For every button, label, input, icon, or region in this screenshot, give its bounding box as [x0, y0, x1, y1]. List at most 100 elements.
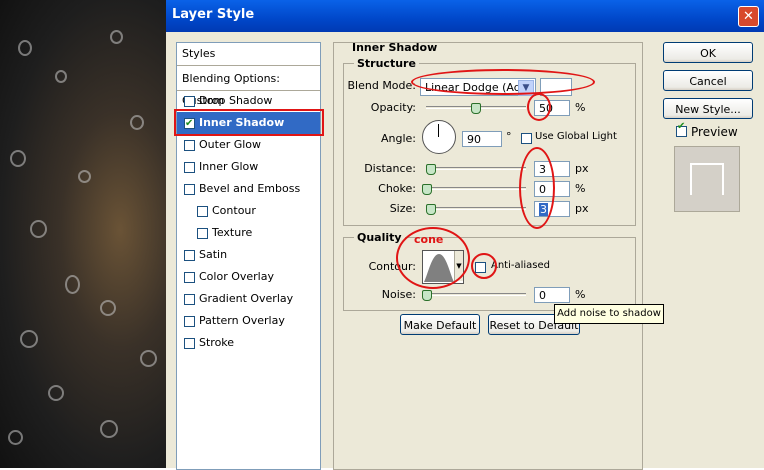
water-drop [55, 70, 67, 83]
water-drop [20, 330, 38, 348]
angle-field[interactable]: 90 [462, 131, 502, 147]
structure-title: Structure [354, 57, 419, 70]
noise-unit: % [575, 288, 586, 301]
satin-checkbox[interactable] [184, 250, 195, 261]
size-unit: px [575, 202, 589, 215]
water-drop [130, 115, 144, 130]
texture-label: Texture [212, 226, 253, 239]
style-item-outer-glow[interactable]: Outer Glow [177, 134, 320, 156]
make-default-button[interactable]: Make Default [400, 314, 480, 335]
water-drop [100, 300, 116, 316]
style-item-bevel-emboss[interactable]: Bevel and Emboss [177, 178, 320, 200]
style-item-satin[interactable]: Satin [177, 244, 320, 266]
opacity-slider-thumb[interactable] [471, 103, 481, 114]
outer-glow-label: Outer Glow [199, 138, 262, 151]
window-title: Layer Style [172, 7, 255, 22]
annotation-cone-label: cone [414, 233, 444, 246]
texture-checkbox[interactable] [197, 228, 208, 239]
style-preview-thumbnail [674, 146, 740, 212]
opacity-unit: % [575, 101, 586, 114]
angle-dial[interactable] [422, 120, 456, 154]
water-drop [18, 40, 32, 56]
angle-label: Angle: [380, 132, 416, 145]
water-drop [8, 430, 23, 445]
style-item-texture[interactable]: Texture [177, 222, 320, 244]
angle-unit: ° [506, 130, 512, 143]
layer-style-dialog: Layer Style ✕ Styles Blending Options: C… [166, 0, 764, 470]
inner-glow-checkbox[interactable] [184, 162, 195, 173]
contour-checkbox[interactable] [197, 206, 208, 217]
annotation-box-inner-shadow [174, 109, 324, 136]
styles-list: Styles Blending Options: Custom Drop Sha… [176, 42, 321, 470]
blending-options-item[interactable]: Blending Options: Custom [177, 68, 320, 107]
color-overlay-checkbox[interactable] [184, 272, 195, 283]
new-style-button[interactable]: New Style... [663, 98, 753, 119]
size-slider[interactable] [426, 207, 526, 210]
stroke-checkbox[interactable] [184, 338, 195, 349]
pattern-overlay-label: Pattern Overlay [199, 314, 285, 327]
size-label: Size: [389, 202, 416, 215]
cancel-button[interactable]: Cancel [663, 70, 753, 91]
water-drop [140, 350, 157, 367]
opacity-label: Opacity: [370, 101, 416, 114]
satin-label: Satin [199, 248, 228, 261]
contour-label: Contour [212, 204, 256, 217]
size-slider-thumb[interactable] [426, 204, 436, 215]
water-drop [30, 220, 47, 238]
water-drop [110, 30, 123, 44]
angle-value: 90 [467, 133, 481, 146]
ok-button[interactable]: OK [663, 42, 753, 63]
quality-title: Quality [354, 231, 405, 244]
bevel-emboss-checkbox[interactable] [184, 184, 195, 195]
styles-header[interactable]: Styles [177, 43, 320, 65]
noise-field[interactable]: 0 [534, 287, 570, 303]
noise-value: 0 [539, 289, 546, 302]
choke-slider[interactable] [426, 187, 526, 190]
use-global-light-checkbox[interactable] [521, 133, 532, 144]
blend-mode-label: Blend Mode: [347, 79, 417, 92]
distance-slider[interactable] [426, 167, 526, 170]
style-item-gradient-overlay[interactable]: Gradient Overlay [177, 288, 320, 310]
pattern-overlay-checkbox[interactable] [184, 316, 195, 327]
preview-shape [690, 163, 724, 195]
style-item-contour[interactable]: Contour [177, 200, 320, 222]
water-drop [100, 420, 118, 438]
annotation-ellipse-blend-mode [411, 69, 595, 95]
distance-unit: px [575, 162, 589, 175]
style-item-inner-glow[interactable]: Inner Glow [177, 156, 320, 178]
distance-slider-thumb[interactable] [426, 164, 436, 175]
drop-shadow-checkbox[interactable] [184, 96, 195, 107]
preview-checkbox[interactable]: ✔ [676, 121, 687, 137]
color-overlay-label: Color Overlay [199, 270, 274, 283]
noise-slider[interactable] [426, 293, 526, 296]
distance-label: Distance: [364, 162, 416, 175]
choke-unit: % [575, 182, 586, 195]
settings-panel: Inner Shadow Structure Blend Mode: Linea… [333, 41, 643, 470]
style-item-color-overlay[interactable]: Color Overlay [177, 266, 320, 288]
style-item-stroke[interactable]: Stroke [177, 332, 320, 354]
background-photo [0, 0, 166, 468]
water-drop [65, 275, 80, 294]
annotation-ellipse-opacity [527, 93, 551, 121]
water-drop [10, 150, 26, 167]
style-item-pattern-overlay[interactable]: Pattern Overlay [177, 310, 320, 332]
close-button[interactable]: ✕ [738, 6, 759, 27]
noise-label: Noise: [381, 288, 416, 301]
use-global-light-label: Use Global Light [535, 131, 617, 142]
annotation-ellipse-distance-choke-size [519, 147, 555, 229]
anti-aliased-label: Anti-aliased [491, 260, 551, 271]
gradient-overlay-checkbox[interactable] [184, 294, 195, 305]
noise-tooltip: Add noise to shadow [554, 304, 664, 324]
water-drop [48, 385, 64, 401]
styles-header-label: Styles [182, 47, 216, 60]
inner-glow-label: Inner Glow [199, 160, 259, 173]
gradient-overlay-label: Gradient Overlay [199, 292, 294, 305]
noise-slider-thumb[interactable] [422, 290, 432, 301]
outer-glow-checkbox[interactable] [184, 140, 195, 151]
angle-dial-needle [438, 124, 439, 137]
stroke-label: Stroke [199, 336, 235, 349]
title-bar[interactable]: Layer Style ✕ [166, 0, 764, 32]
preview-label: Preview [691, 125, 738, 139]
water-drop [78, 170, 91, 183]
choke-slider-thumb[interactable] [422, 184, 432, 195]
